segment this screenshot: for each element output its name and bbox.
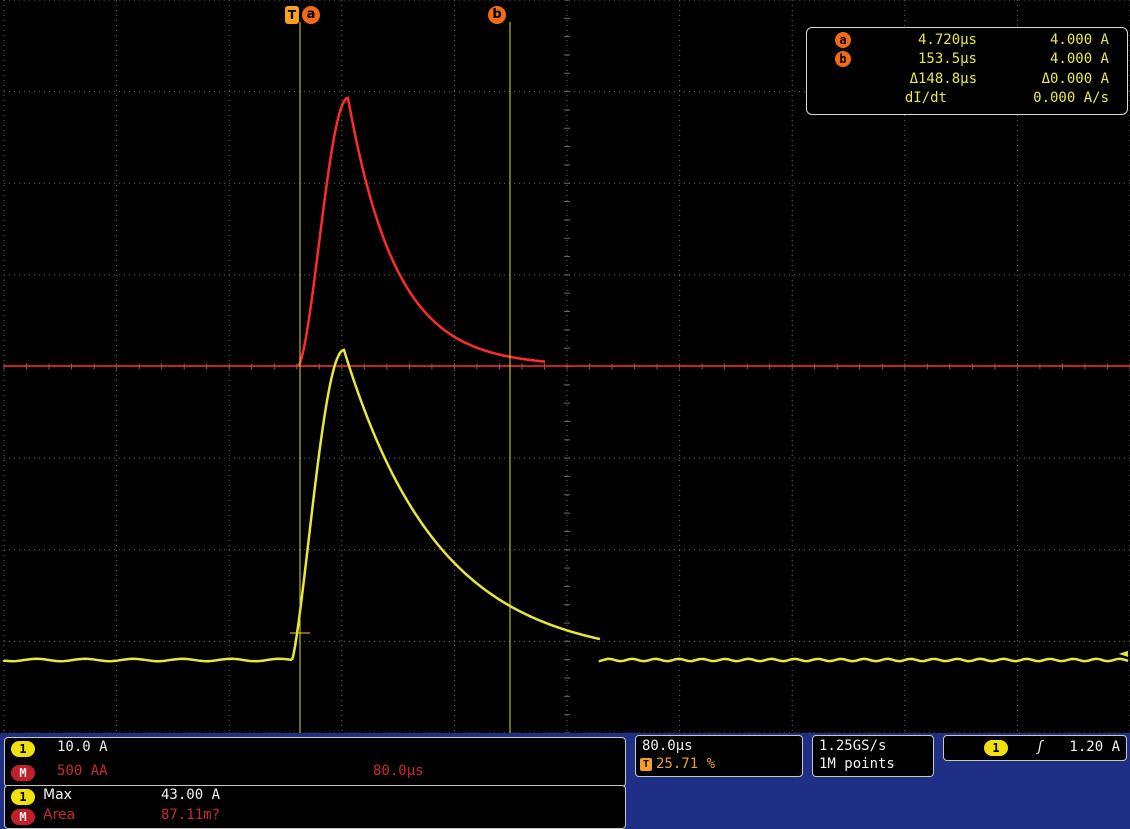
rising-edge-icon: ʃ [1036, 739, 1045, 755]
math-waveform [297, 96, 546, 367]
horizontal-scale: 80.0µs [642, 738, 693, 754]
waveform-display[interactable]: T a b a 4.720µs 4.000 A b 153.5µs 4.000 … [0, 0, 1130, 733]
trigger-source-badge: 1 [984, 740, 1008, 756]
readout-row-a: a 4.720µs 4.000 A [807, 31, 1127, 49]
trigger-position-percent: 25.71 % [656, 756, 716, 772]
measurement-2-value: 87.11m? [161, 807, 221, 823]
trigger-level: 1.20 A [1069, 739, 1120, 755]
cursor-b-value: 4.000 A [1049, 51, 1109, 67]
cursor-a-time: 4.720µs [917, 32, 977, 48]
math-scale: 500 AA [57, 763, 108, 779]
record-length: 1M points [819, 756, 895, 772]
cursor-b-time: 153.5µs [917, 51, 977, 67]
channel1-ground-marker[interactable]: ◄ [1119, 646, 1128, 660]
measurement-2-name: Area [43, 807, 76, 823]
channel1-waveform [290, 348, 601, 661]
sample-rate: 1.25GS/s [819, 738, 887, 754]
cursor-b-handle[interactable]: b [488, 6, 506, 24]
math-timebase: 80.0µs [373, 763, 424, 779]
measurements-box[interactable]: 1 Max 43.00 A M Area 87.11m? [4, 785, 626, 829]
horizontal-box[interactable]: 80.0µs T 25.71 % [635, 735, 803, 777]
channel1-badge: 1 [11, 741, 35, 757]
measurement-2-badge: M [11, 809, 35, 825]
measurement-1-value: 43.00 A [161, 787, 221, 803]
acquisition-box[interactable]: 1.25GS/s 1M points [812, 735, 934, 777]
cursor-delta-value: Δ0.000 A [1041, 71, 1109, 87]
readout-row-b: b 153.5µs 4.000 A [807, 50, 1127, 68]
cursor-b-icon: b [835, 51, 851, 67]
channel1-baseline-left [2, 657, 293, 663]
cursor-a-value: 4.000 A [1049, 32, 1109, 48]
math-badge: M [11, 765, 35, 781]
trigger-position-icon: T [640, 758, 652, 771]
cursor-a-handle[interactable]: a [302, 6, 320, 24]
measurement-1-badge: 1 [11, 789, 35, 805]
status-panel: 1 10.0 A M 500 AA 80.0µs 1 Max 43.00 A M… [0, 733, 1130, 829]
readout-row-rate: dI/dt 0.000 A/s [807, 89, 1127, 107]
rate-value: 0.000 A/s [1033, 90, 1109, 106]
cursor-a-icon: a [835, 32, 851, 48]
rate-label: dI/dt [904, 90, 947, 106]
measurement-1-name: Max [43, 787, 72, 803]
channel-scale-box[interactable]: 1 10.0 A M 500 AA 80.0µs [4, 737, 626, 787]
trigger-position-marker[interactable]: T [285, 6, 299, 24]
cursor-readout: a 4.720µs 4.000 A b 153.5µs 4.000 A Δ148… [806, 27, 1128, 115]
trigger-box[interactable]: 1 ʃ 1.20 A [943, 735, 1127, 761]
cursor-delta-time: Δ148.8µs [909, 71, 977, 87]
readout-row-delta: Δ148.8µs Δ0.000 A [807, 70, 1127, 88]
channel1-scale: 10.0 A [57, 739, 108, 755]
